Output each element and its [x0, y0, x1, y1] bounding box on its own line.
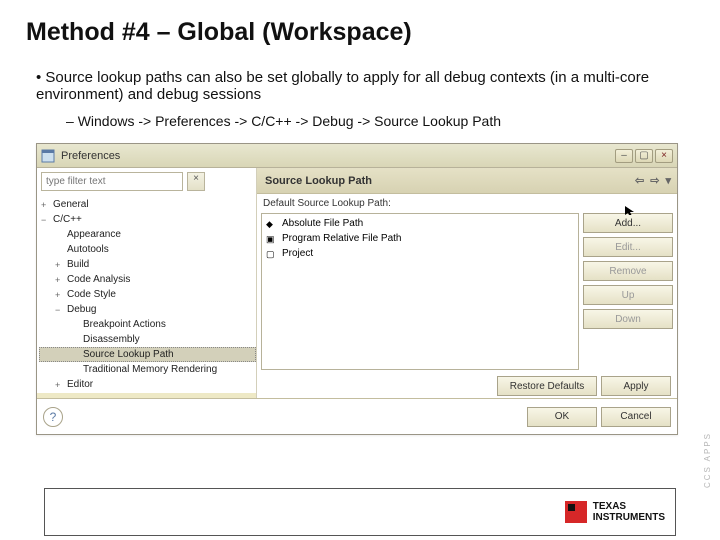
tree-item-label: Source Lookup Path — [83, 349, 174, 360]
restore-defaults-button[interactable]: Restore Defaults — [497, 376, 597, 396]
tree-item-label: Code Style — [67, 289, 116, 300]
up-button[interactable]: Up — [583, 285, 673, 305]
edit-button[interactable]: Edit... — [583, 237, 673, 257]
tree-item-label: Autotools — [67, 244, 109, 255]
tree-expander-icon[interactable]: + — [55, 273, 64, 282]
preferences-nav: × +General−C/C++AppearanceAutotools+Buil… — [37, 168, 257, 398]
window-icon — [41, 149, 55, 163]
tree-item-label: Debug — [67, 304, 96, 315]
tree-item-label: Code Analysis — [67, 274, 130, 285]
bullet-main: Source lookup paths can also be set glob… — [36, 69, 694, 103]
list-item[interactable]: ▣ Program Relative File Path — [264, 231, 576, 246]
entry-label: Program Relative File Path — [282, 233, 402, 244]
titlebar[interactable]: Preferences – ▢ × — [37, 144, 677, 168]
tree-item-label: General — [53, 199, 89, 210]
tree-expander-icon[interactable]: + — [55, 288, 64, 297]
down-button[interactable]: Down — [583, 309, 673, 329]
lookup-list[interactable]: ◆ Absolute File Path ▣ Program Relative Fil… — [261, 213, 579, 370]
close-button[interactable]: × — [655, 149, 673, 163]
list-item[interactable]: ▢ Project — [264, 246, 576, 261]
add-button[interactable]: Add... — [583, 213, 673, 233]
tree-item-label: Appearance — [67, 229, 121, 240]
page-heading: Source Lookup Path — [265, 175, 372, 187]
forward-icon[interactable]: ⇨ — [650, 174, 659, 187]
entry-icon: ▣ — [266, 232, 278, 244]
tree-item[interactable]: +Code Style — [39, 287, 256, 302]
ti-logo-text: TEXASINSTRUMENTS — [593, 501, 665, 523]
list-item[interactable]: ◆ Absolute File Path — [264, 216, 576, 231]
bullet-sub: Windows -> Preferences -> C/C++ -> Debug… — [66, 113, 694, 129]
tree-expander-icon[interactable]: + — [41, 198, 50, 207]
tree-item[interactable]: Autotools — [39, 242, 256, 257]
entry-label: Project — [282, 248, 313, 259]
tree-expander-icon[interactable]: + — [55, 258, 64, 267]
tree-item[interactable]: +Build — [39, 257, 256, 272]
tree-expander-icon[interactable]: + — [55, 378, 64, 387]
minimize-button[interactable]: – — [615, 149, 633, 163]
apply-button[interactable]: Apply — [601, 376, 671, 396]
tree-item[interactable]: +General — [39, 197, 256, 212]
cancel-button[interactable]: Cancel — [601, 407, 671, 427]
tree-item[interactable]: Breakpoint Actions — [39, 317, 256, 332]
remove-button[interactable]: Remove — [583, 261, 673, 281]
tree-item-label: Traditional Memory Rendering — [83, 364, 217, 375]
filter-clear-button[interactable]: × — [187, 172, 205, 191]
maximize-button[interactable]: ▢ — [635, 149, 653, 163]
entry-label: Absolute File Path — [282, 218, 363, 229]
help-icon[interactable]: ? — [43, 407, 63, 427]
ti-logo-icon — [565, 501, 587, 523]
back-icon[interactable]: ⇦ — [635, 174, 644, 187]
tree-item-label: C/C++ — [53, 214, 82, 225]
tree-item[interactable]: Source Lookup Path — [39, 347, 256, 362]
brand-bar: TEXASINSTRUMENTS — [44, 488, 676, 536]
tree-expander-icon[interactable]: − — [41, 213, 50, 222]
ok-button[interactable]: OK — [527, 407, 597, 427]
side-label: CCS APPS — [703, 432, 712, 488]
entry-icon: ◆ — [266, 217, 278, 229]
tree-expander-icon[interactable]: − — [55, 303, 64, 312]
tree-item[interactable]: Traditional Memory Rendering — [39, 362, 256, 377]
tree-item[interactable]: +Code Analysis — [39, 272, 256, 287]
preferences-window: Preferences – ▢ × × +General−C/C++Appear… — [36, 143, 678, 435]
page-heading-bar: Source Lookup Path ⇦ ⇨ ▾ — [257, 168, 677, 194]
window-title: Preferences — [61, 150, 120, 162]
tree-item-label: Breakpoint Actions — [83, 319, 166, 330]
default-path-label: Default Source Lookup Path: — [257, 194, 677, 209]
slide-title: Method #4 – Global (Workspace) — [26, 18, 694, 47]
tree-item-label: Build — [67, 259, 89, 270]
tree-item[interactable]: File Types — [39, 392, 256, 393]
tree-item-label: Editor — [67, 379, 93, 390]
menu-icon[interactable]: ▾ — [665, 174, 671, 187]
tree-item[interactable]: +Editor — [39, 377, 256, 392]
scrollbar-h[interactable] — [37, 393, 256, 398]
filter-input[interactable] — [41, 172, 183, 191]
preferences-tree[interactable]: +General−C/C++AppearanceAutotools+Build+… — [37, 195, 256, 393]
tree-item[interactable]: Appearance — [39, 227, 256, 242]
tree-item-label: Disassembly — [83, 334, 140, 345]
tree-item[interactable]: −C/C++ — [39, 212, 256, 227]
tree-item[interactable]: −Debug — [39, 302, 256, 317]
tree-item[interactable]: Disassembly — [39, 332, 256, 347]
entry-icon: ▢ — [266, 247, 278, 259]
